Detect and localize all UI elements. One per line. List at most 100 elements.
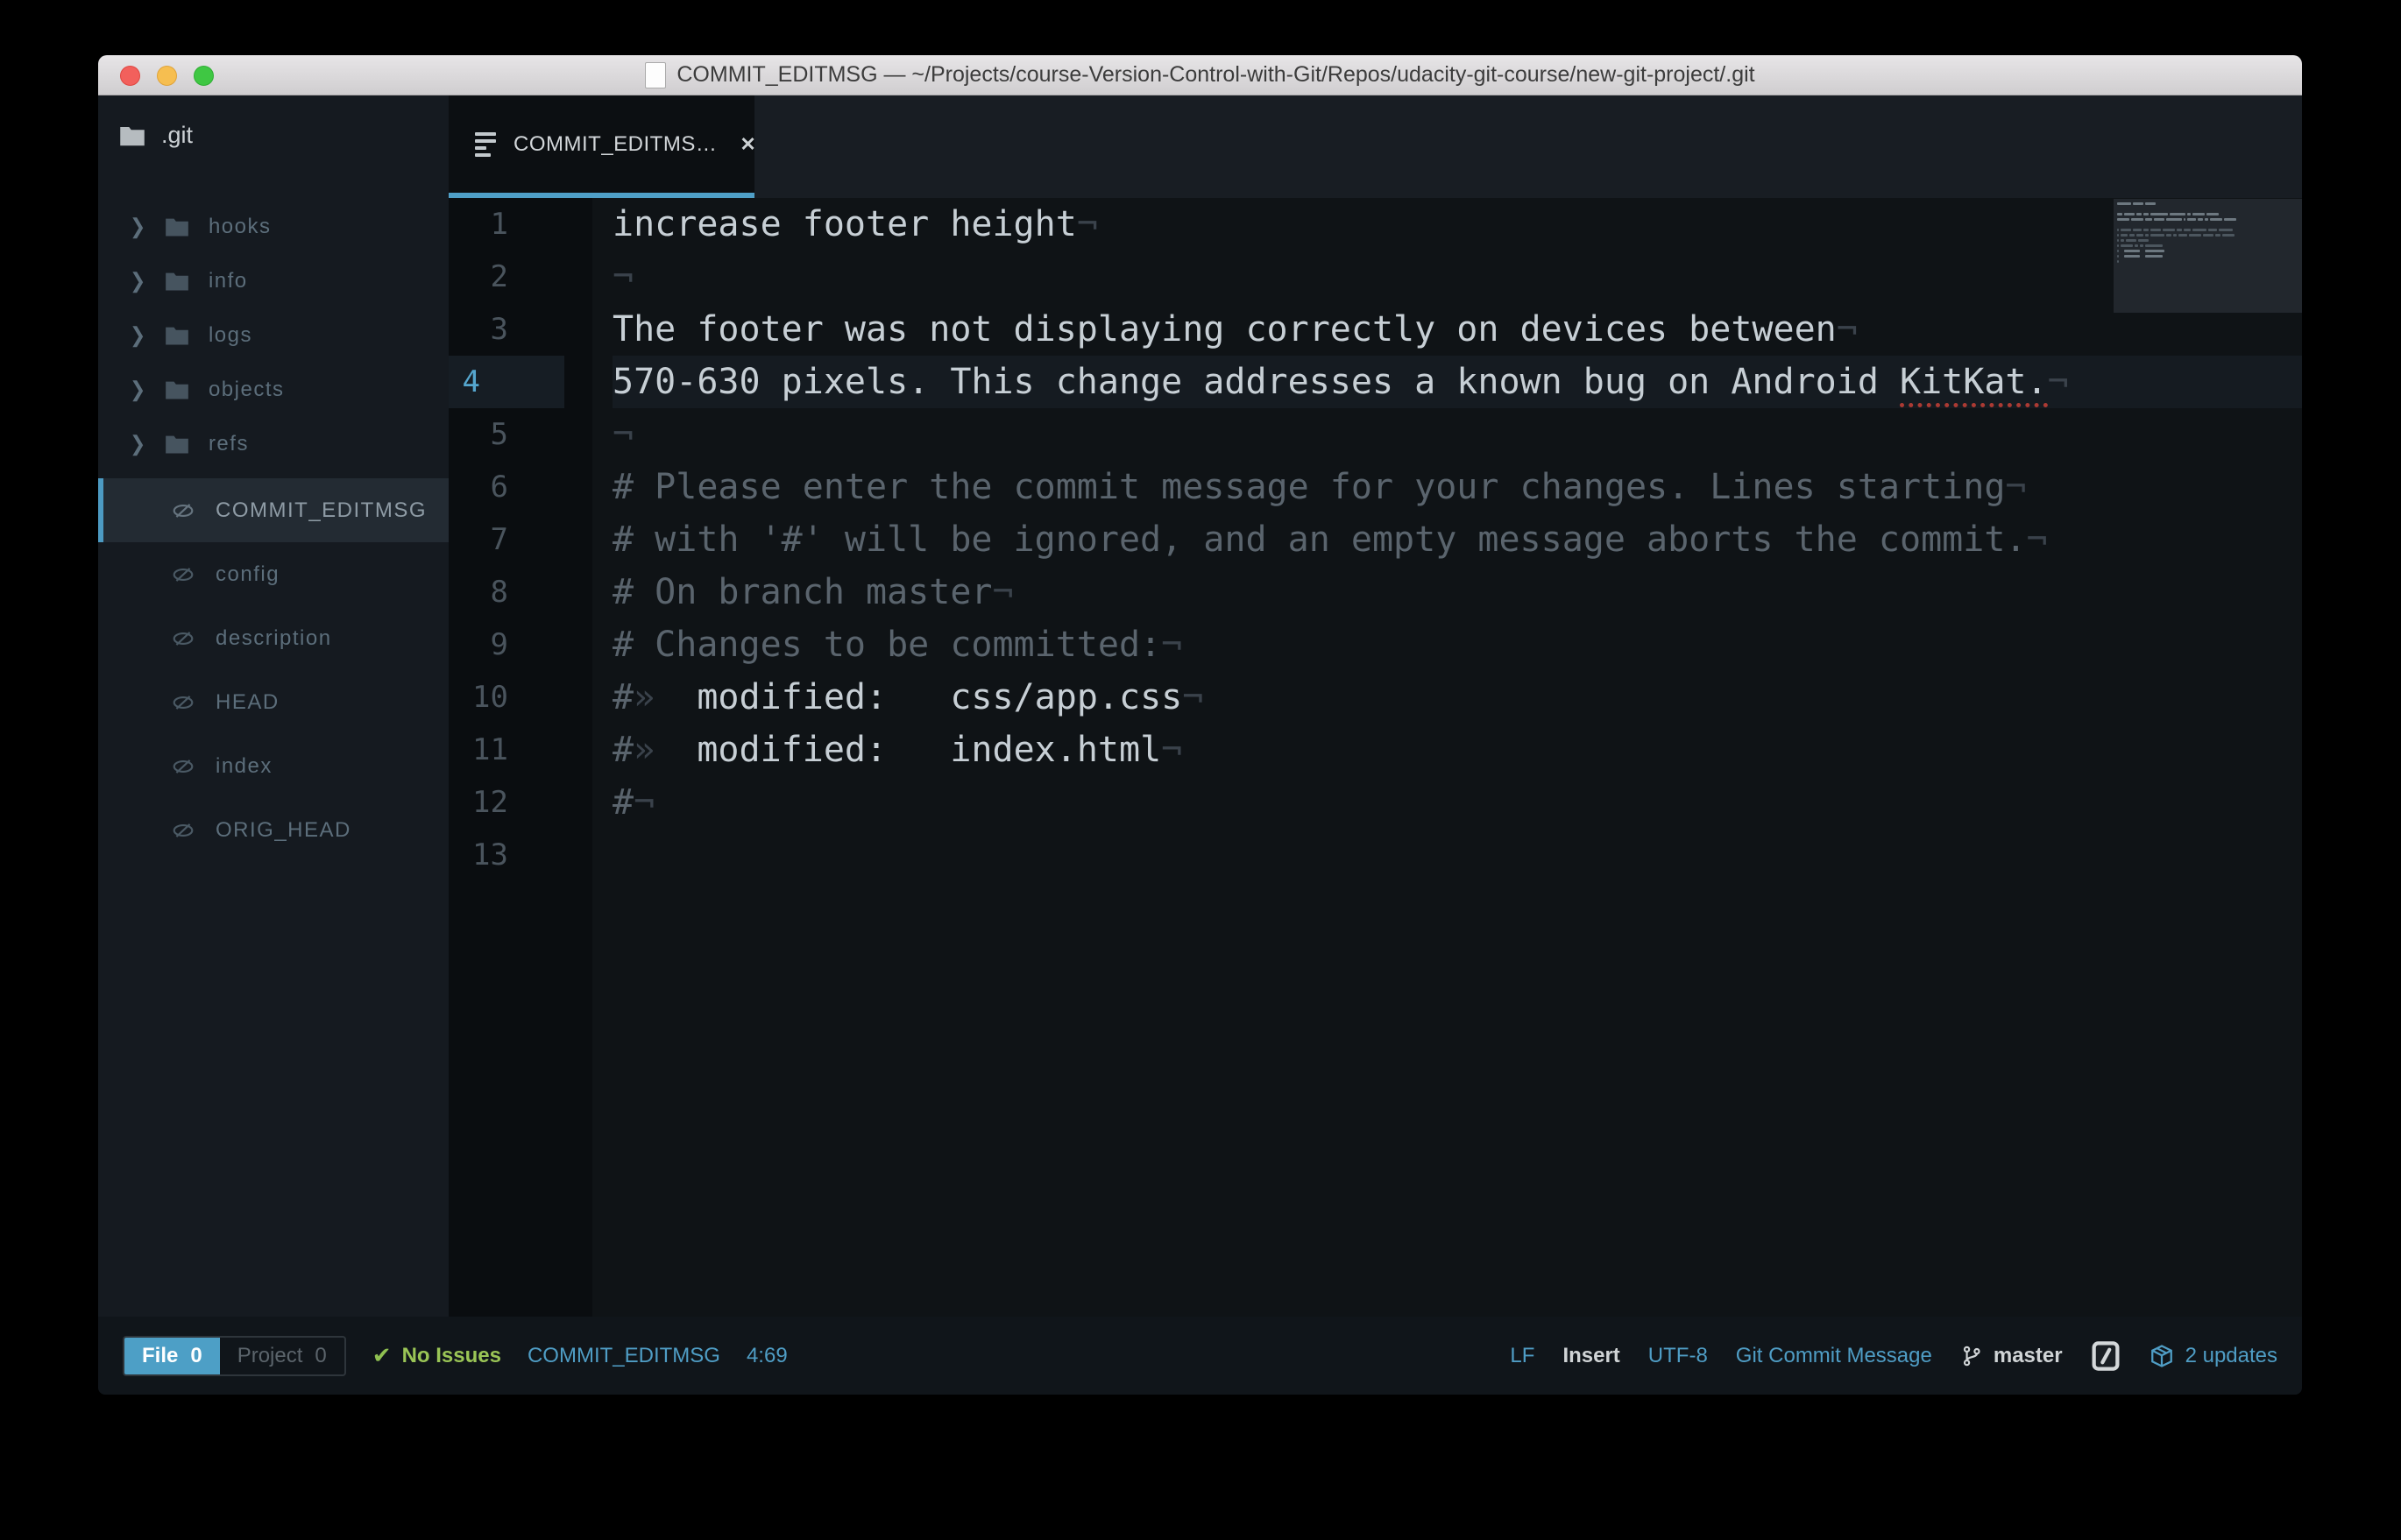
tree-item-label: config xyxy=(216,562,280,586)
title-bar[interactable]: COMMIT_EDITMSG — ~/Projects/course-Versi… xyxy=(98,55,2302,95)
editor-line-10[interactable]: #» modified: css/app.css¬ xyxy=(592,671,2302,724)
tree-file-index[interactable]: index xyxy=(98,734,449,798)
edit-icon xyxy=(2092,1340,2120,1371)
minimap-line-mark xyxy=(2192,213,2205,215)
minimap-line-mark xyxy=(2187,218,2196,221)
minimap[interactable] xyxy=(2114,199,2302,313)
code-text: 570-630 pixels. This change addresses a … xyxy=(613,362,1901,402)
editor-line-1[interactable]: increase footer height¬ xyxy=(592,198,2302,251)
chevron-right-icon: ❯ xyxy=(130,268,147,293)
minimap-line-mark xyxy=(2166,218,2182,221)
project-root[interactable]: .git xyxy=(119,122,193,149)
window-title: COMMIT_EDITMSG — ~/Projects/course-Versi… xyxy=(676,62,1755,87)
tree-folder-refs[interactable]: ❯ refs xyxy=(98,417,449,471)
minimap-line-mark xyxy=(2224,218,2236,221)
tab-commit-editmsg[interactable]: COMMIT_EDITMS… ✕ xyxy=(449,95,756,198)
editor-line-13[interactable] xyxy=(592,829,2302,881)
minimap-line-mark xyxy=(2138,239,2149,242)
editor-line-5[interactable]: ¬ xyxy=(592,408,2302,461)
editor-lines[interactable]: increase footer height¬ ¬ The footer was n… xyxy=(592,198,2302,881)
line-number: 1 xyxy=(490,207,508,242)
code-text: # xyxy=(613,782,634,823)
invisible-char: ¬ xyxy=(1076,204,1098,244)
document-icon xyxy=(645,61,667,88)
tree-file-description[interactable]: description xyxy=(98,606,449,670)
minimap-line-mark xyxy=(2145,255,2163,258)
editor-line-6[interactable]: # Please enter the commit message for yo… xyxy=(592,461,2302,513)
invisible-char: ¬ xyxy=(1161,625,1183,665)
line-number: 9 xyxy=(490,627,508,662)
editor-line-2[interactable]: ¬ xyxy=(592,251,2302,303)
text-file-icon xyxy=(475,131,496,157)
no-issues-status[interactable]: ✔ No Issues xyxy=(372,1342,501,1369)
current-file-name[interactable]: COMMIT_EDITMSG xyxy=(528,1344,720,1368)
editor-line-11[interactable]: #» modified: index.html¬ xyxy=(592,724,2302,776)
code-text: # Please enter the commit message for yo… xyxy=(613,467,2006,507)
tree-file-config[interactable]: config xyxy=(98,542,449,606)
minimap-line-mark xyxy=(2136,234,2143,237)
invisible-char: ¬ xyxy=(2026,519,2048,560)
file-issues-label: File xyxy=(142,1343,179,1367)
line-number: 4 xyxy=(449,356,564,408)
tree-folder-hooks[interactable]: ❯ hooks xyxy=(98,200,449,254)
minimap-line-mark xyxy=(2117,202,2131,205)
window-title-group: COMMIT_EDITMSG — ~/Projects/course-Versi… xyxy=(645,61,1755,88)
invisible-char: ¬ xyxy=(2005,467,2027,507)
minimap-line-mark xyxy=(2206,213,2219,215)
invisible-char: ¬ xyxy=(613,257,634,297)
minimap-line-mark xyxy=(2124,255,2140,258)
git-branch-icon xyxy=(1963,1346,1980,1366)
editor-line-4[interactable]: 570-630 pixels. This change addresses a … xyxy=(613,356,2302,408)
minimap-line-mark xyxy=(2117,234,2119,237)
tree-folder-objects[interactable]: ❯ objects xyxy=(98,363,449,417)
minimize-window-button[interactable] xyxy=(157,66,177,86)
folder-icon xyxy=(166,218,188,237)
zoom-window-button[interactable] xyxy=(194,66,214,86)
minimap-line-mark xyxy=(2124,250,2140,252)
editor-line-8[interactable]: # On branch master¬ xyxy=(592,566,2302,618)
project-issues-label: Project xyxy=(237,1343,303,1367)
package-updates[interactable]: 2 updates xyxy=(2149,1343,2277,1369)
tab-bar: COMMIT_EDITMS… ✕ xyxy=(449,95,2302,198)
edit-toggle[interactable] xyxy=(2091,1339,2121,1374)
tree-folder-logs[interactable]: ❯ logs xyxy=(98,308,449,363)
project-issues-count: 0 xyxy=(315,1343,327,1367)
editor-line-3[interactable]: The footer was not displaying correctly … xyxy=(592,303,2302,356)
line-ending-indicator[interactable]: LF xyxy=(1510,1344,1534,1368)
minimap-line-mark xyxy=(2145,218,2152,221)
issue-scope-toggle: File 0 Project 0 xyxy=(123,1335,346,1376)
tab-close-icon[interactable]: ✕ xyxy=(740,133,755,156)
input-mode-indicator[interactable]: Insert xyxy=(1562,1344,1619,1368)
tree-folder-info[interactable]: ❯ info xyxy=(98,254,449,308)
tree-file-HEAD[interactable]: HEAD xyxy=(98,670,449,734)
minimap-line-mark xyxy=(2133,202,2143,205)
editor-line-12[interactable]: #¬ xyxy=(592,776,2302,829)
minimap-line-mark xyxy=(2135,244,2138,247)
editor-line-9[interactable]: # Changes to be committed:¬ xyxy=(592,618,2302,671)
tree-file-ORIG_HEAD[interactable]: ORIG_HEAD xyxy=(98,798,449,862)
project-root-label: .git xyxy=(161,122,194,148)
project-issues-button[interactable]: Project 0 xyxy=(220,1338,344,1374)
cursor-position[interactable]: 4:69 xyxy=(747,1344,788,1368)
file-issues-button[interactable]: File 0 xyxy=(124,1337,220,1374)
line-number: 10 xyxy=(472,680,508,715)
folder-icon xyxy=(166,327,188,345)
check-icon: ✔ xyxy=(372,1342,392,1368)
encoding-indicator[interactable]: UTF-8 xyxy=(1648,1344,1708,1368)
minimap-line-mark xyxy=(2173,234,2177,237)
chevron-right-icon: ❯ xyxy=(130,377,147,402)
minimap-line-mark xyxy=(2150,229,2161,231)
editor-line-7[interactable]: # with '#' will be ignored, and an empty… xyxy=(592,513,2302,566)
text-editor[interactable]: 1 2 3 4 5 6 7 8 9 10 11 12 13 increase footer height… xyxy=(449,198,2302,1317)
minimap-line-mark xyxy=(2198,218,2203,221)
grammar-indicator[interactable]: Git Commit Message xyxy=(1736,1344,1932,1368)
close-window-button[interactable] xyxy=(120,66,140,86)
minimap-line-mark xyxy=(2124,213,2135,215)
git-branch-status[interactable]: master xyxy=(1960,1344,2063,1368)
invisible-char: ¬ xyxy=(613,414,634,455)
invisible-char: » xyxy=(634,677,655,717)
tree-file-COMMIT_EDITMSG[interactable]: COMMIT_EDITMSG xyxy=(98,478,449,542)
minimap-line-mark xyxy=(2143,213,2149,215)
editor-window: COMMIT_EDITMSG — ~/Projects/course-Versi… xyxy=(98,55,2302,1395)
minimap-line-mark xyxy=(2145,234,2149,237)
